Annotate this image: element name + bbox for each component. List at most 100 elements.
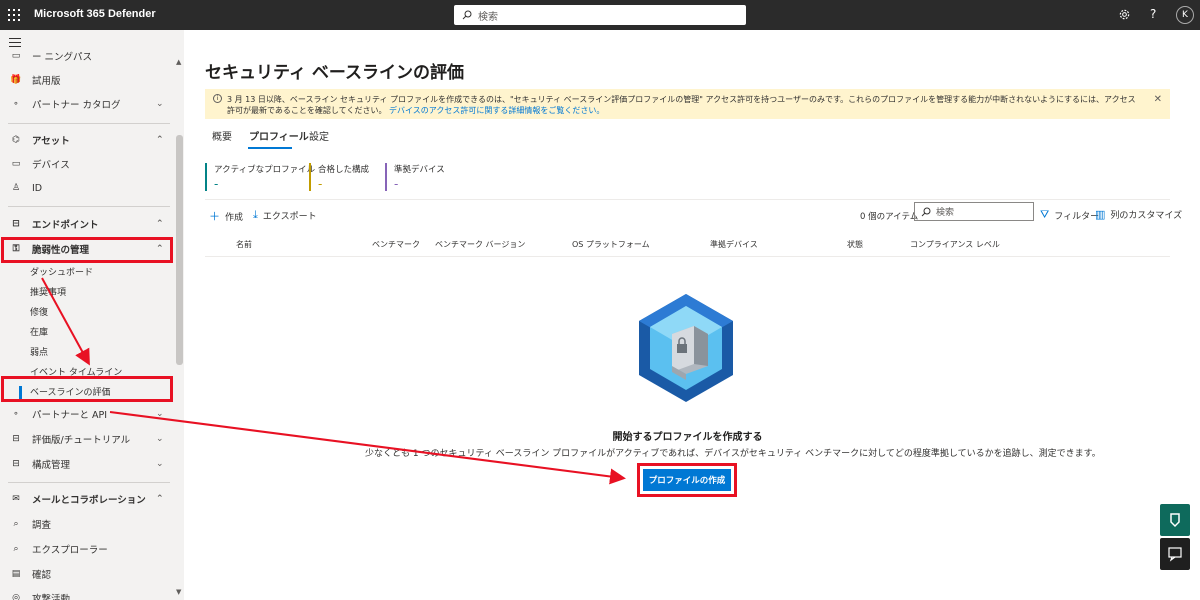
sidebar-item-explorer[interactable]: ⌕ エクスプローラー [0, 539, 174, 559]
sidebar-item-recommendations[interactable]: 推奨事項 [30, 282, 66, 300]
sidebar-item-dashboard[interactable]: ダッシュボード [30, 262, 93, 280]
sidebar-item-partner-catalog[interactable]: ∘ パートナー カタログ ⌄ [0, 94, 174, 114]
sidebar-item-label: エクスプローラー [32, 545, 108, 556]
column-header-benchmark[interactable]: ベンチマーク [372, 239, 420, 250]
feedback-button[interactable] [1160, 538, 1190, 570]
customize-label: 列のカスタマイズ [1110, 211, 1183, 221]
create-label: 作成 [225, 212, 244, 223]
sidebar-item-identities[interactable]: ♙ ID [0, 178, 174, 198]
close-icon[interactable]: ✕ [1154, 94, 1162, 105]
side-panel-shield-button[interactable] [1160, 504, 1190, 536]
column-header-status[interactable]: 状態 [847, 239, 863, 250]
empty-state-description: 少なくとも 1 つのセキュリティ ベースライン プロファイルがアクティブであれば… [365, 449, 1101, 459]
sidebar-item-trial[interactable]: 🎁 試用版 [0, 70, 174, 90]
stat-label: 準拠デバイス [394, 165, 445, 175]
sidebar-item-campaigns[interactable]: ◎ 攻撃活動 [0, 588, 174, 600]
tab-profiles[interactable]: プロフィール [249, 128, 309, 143]
table-search-input[interactable]: 検索 [914, 202, 1034, 221]
sidebar-item-investigations[interactable]: ⌕ 調査 [0, 514, 174, 534]
filter-label: フィルター [1054, 211, 1100, 222]
explorer-icon: ⌕ [13, 544, 19, 554]
stat-passed-configs: 合格した構成 - [309, 163, 369, 191]
empty-state-title: 開始するプロファイルを作成する [612, 432, 763, 443]
table-search-placeholder: 検索 [936, 208, 955, 218]
filter-button[interactable]: ⛛ フィルター [1040, 208, 1099, 222]
sidebar-item-label: 試用版 [32, 76, 61, 87]
sidebar-item-partners-api[interactable]: ∘ パートナーと API ⌄ [0, 404, 174, 424]
sidebar-item-assets[interactable]: ⌬ アセット ⌃ [0, 130, 174, 150]
help-icon[interactable]: ? [1150, 7, 1156, 21]
sidebar-item-label: アセット [32, 136, 70, 147]
chevron-down-icon: ⌄ [156, 99, 164, 109]
config-icon: ⊟ [12, 459, 20, 469]
global-search-input[interactable]: 検索 [454, 5, 746, 25]
export-label: エクスポート [262, 211, 317, 222]
stat-compliant-devices: 準拠デバイス - [385, 163, 445, 191]
learning-icon: ▭ [11, 51, 21, 61]
identity-icon: ♙ [11, 183, 21, 193]
partner-catalog-icon: ∘ [13, 99, 19, 109]
chevron-up-icon: ⌃ [156, 135, 164, 145]
device-icon: ▭ [11, 159, 21, 169]
mail-icon: ✉ [12, 494, 20, 504]
gear-icon[interactable] [1118, 8, 1131, 21]
sidebar-item-configuration[interactable]: ⊟ 構成管理 ⌄ [0, 454, 174, 474]
tab-overview[interactable]: 概要 [212, 128, 232, 143]
column-header-benchmark-version[interactable]: ベンチマーク バージョン [435, 239, 525, 250]
sidebar-item-label: 構成管理 [32, 460, 71, 471]
sidebar-item-label: 調査 [32, 520, 52, 531]
sidebar-item-weaknesses[interactable]: 弱点 [30, 342, 48, 360]
app-launcher-icon[interactable] [8, 9, 20, 21]
scroll-down-icon[interactable]: ▼ [176, 588, 181, 596]
sidebar-item-evaluation[interactable]: ⊟ 評価版/チュートリアル ⌄ [0, 429, 174, 449]
app-title[interactable]: Microsoft 365 Defender [34, 8, 156, 20]
tab-settings[interactable]: 設定 [309, 128, 329, 143]
sidebar-item-label: 評価版/チュートリアル [32, 435, 131, 446]
sidebar-item-inventory[interactable]: 在庫 [30, 322, 48, 340]
sidebar-item-label: デバイス [32, 160, 70, 171]
annotation-box-baseline [1, 376, 173, 402]
avatar[interactable]: K [1176, 6, 1194, 24]
divider [8, 123, 170, 124]
page-title: セキュリティ ベースラインの評価 [205, 63, 465, 83]
sidebar: ▭ ー ニングパス 🎁 試用版 ∘ パートナー カタログ ⌄ ⌬ アセット ⌃ … [0, 30, 184, 600]
sidebar-scroll-thumb[interactable] [176, 135, 183, 365]
column-header-os-platform[interactable]: OS プラットフォーム [572, 239, 650, 250]
stat-value: - [214, 177, 219, 191]
sidebar-item-email-collab[interactable]: ✉ メールとコラボレーション ⌃ [0, 489, 174, 509]
sidebar-item-label: 攻撃活動 [32, 594, 71, 600]
sidebar-item-remediation[interactable]: 修復 [30, 302, 48, 320]
sidebar-item-endpoints[interactable]: ⊟ エンドポイント ⌃ [0, 214, 174, 234]
scroll-up-icon[interactable]: ▲ [176, 58, 181, 66]
feedback-icon [1168, 547, 1182, 562]
annotation-box-create-button [637, 463, 737, 497]
review-icon: ▤ [11, 569, 21, 579]
column-header-compliant-devices[interactable]: 準拠デバイス [710, 239, 758, 250]
column-header-name[interactable]: 名前 [236, 239, 252, 250]
chevron-down-icon: ⌄ [156, 459, 164, 469]
stat-active-profiles: アクティブなプロファイル - [205, 163, 315, 191]
sidebar-item-label: メールとコラボレーション [32, 495, 146, 506]
customize-columns-button[interactable]: ▥ 列のカスタマイズ [1095, 208, 1182, 221]
search-icon [462, 10, 472, 20]
banner-link[interactable]: デバイスのアクセス許可に関する詳細情報をご覧ください。 [389, 106, 604, 115]
filter-icon: ⛛ [1040, 208, 1050, 221]
info-icon: i [213, 94, 222, 103]
column-header-compliance-level[interactable]: コンプライアンス レベル [910, 239, 1000, 250]
plus-icon: ＋ [209, 210, 220, 223]
chevron-down-icon: ⌄ [156, 409, 164, 419]
active-tab-underline [248, 147, 292, 149]
create-button[interactable]: ＋ 作成 [209, 208, 243, 224]
search-icon [921, 207, 931, 216]
columns-icon: ▥ [1095, 208, 1106, 221]
shield-icon [1170, 513, 1180, 528]
stat-label: 合格した構成 [318, 165, 370, 175]
banner-text: 3 月 13 日以降、ベースライン セキュリティ プロファイルを作成できるのは、… [227, 95, 1136, 115]
sidebar-item-learning[interactable]: ▭ ー ニングパス [0, 46, 174, 66]
export-button[interactable]: ⤓ エクスポート [253, 208, 317, 222]
campaign-icon: ◎ [12, 593, 20, 600]
evaluation-icon: ⊟ [12, 434, 20, 444]
sidebar-item-review[interactable]: ▤ 確認 [0, 564, 174, 584]
sidebar-item-devices[interactable]: ▭ デバイス [0, 154, 174, 174]
info-banner: i 3 月 13 日以降、ベースライン セキュリティ プロファイルを作成できるの… [205, 89, 1170, 119]
